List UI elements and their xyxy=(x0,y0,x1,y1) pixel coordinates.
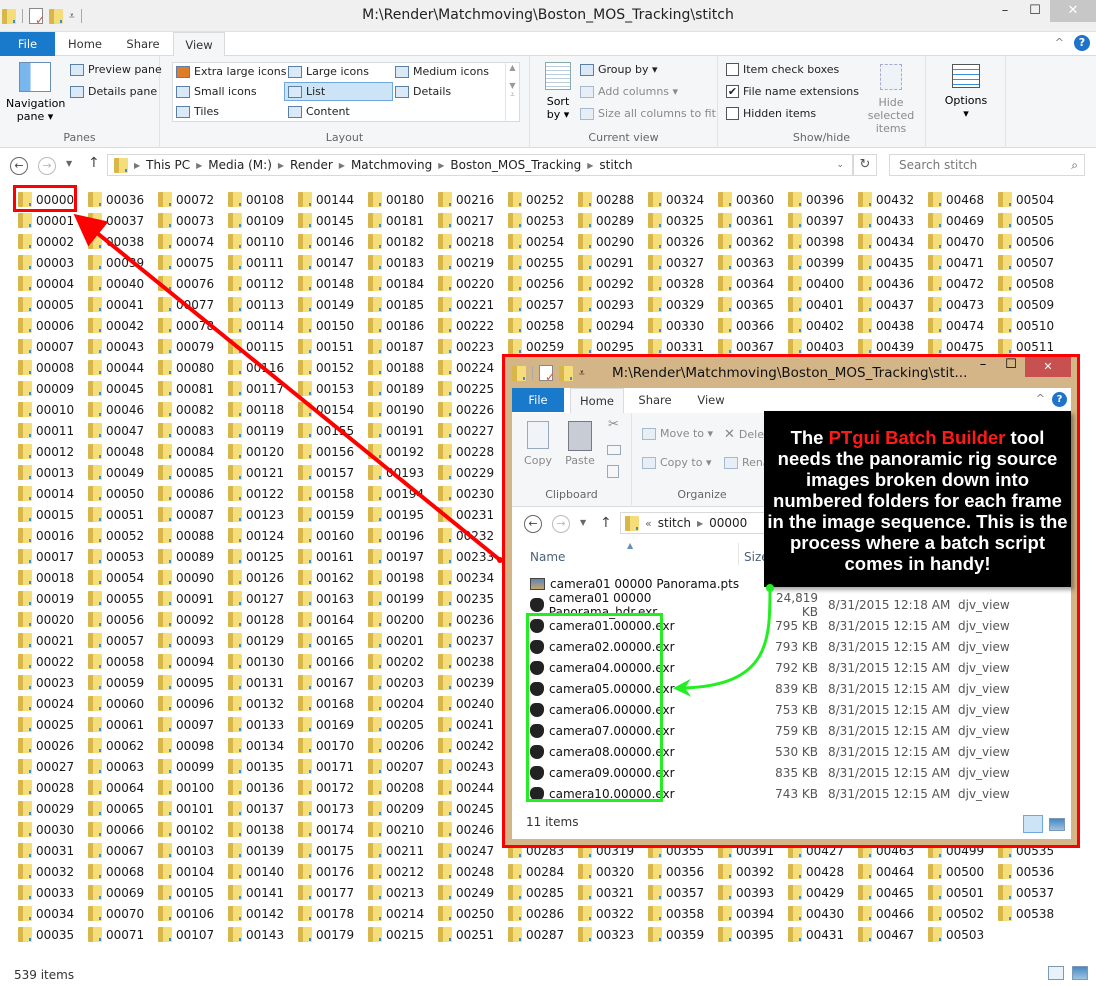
red-arrow xyxy=(73,213,502,562)
green-arrow-anchor xyxy=(766,584,774,592)
green-arrow xyxy=(673,587,772,697)
annotation-arrows xyxy=(73,213,774,697)
red-arrow-anchor xyxy=(497,557,503,563)
